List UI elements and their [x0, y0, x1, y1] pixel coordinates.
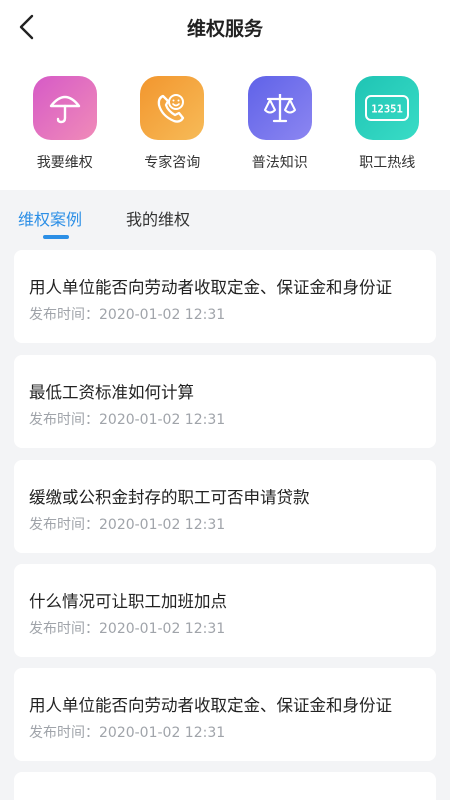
meta-label: 发布时间：	[29, 412, 99, 428]
list-item[interactable]: 用人单位能否向劳动者收取定金、保证金和身份证 发布时间：2020-01-02 1…	[14, 250, 436, 343]
case-meta: 发布时间：2020-01-02 12:31	[29, 722, 225, 742]
umbrella-icon	[32, 76, 97, 140]
meta-label: 发布时间：	[29, 725, 99, 741]
feature-label: 普法知识	[251, 155, 308, 171]
case-title: 用人单位能否向劳动者收取定金、保证金和身份证	[29, 696, 392, 715]
list-item[interactable]: 用人单位能否向劳动者收取定金、保证金和身份证 发布时间：2020-01-02 1…	[14, 668, 436, 761]
balance-scale-icon	[247, 76, 312, 140]
case-time: 2020-01-02 12:31	[99, 621, 226, 637]
feature-label: 职工热线	[359, 155, 416, 171]
feature-worker-hotline[interactable]: 12351 职工热线	[334, 76, 442, 176]
meta-label: 发布时间：	[29, 517, 99, 533]
case-title: 缓缴或公积金封存的职工可否申请贷款	[29, 488, 310, 507]
meta-label: 发布时间：	[29, 621, 99, 637]
case-meta: 发布时间：2020-01-02 12:31	[29, 409, 225, 429]
case-title: 什么情况可让职工加班加点	[29, 592, 227, 611]
hotline-12351-icon: 12351	[355, 76, 420, 140]
header-area: 维权服务 我要维权 专家咨询 普法知识 12351 职工热线	[0, 0, 450, 190]
case-time: 2020-01-02 12:31	[99, 725, 226, 741]
case-title: 最低工资标准如何计算	[29, 383, 194, 402]
feature-legal-knowledge[interactable]: 普法知识	[226, 76, 334, 176]
feature-grid: 我要维权 专家咨询 普法知识 12351 职工热线	[0, 76, 450, 176]
feature-label: 我要维权	[36, 155, 93, 171]
list-item-partial[interactable]	[14, 772, 436, 800]
case-time: 2020-01-02 12:31	[99, 307, 226, 323]
case-meta: 发布时间：2020-01-02 12:31	[29, 618, 225, 638]
tab-active-indicator	[43, 235, 69, 239]
tab-rights-cases[interactable]: 维权案例	[18, 206, 82, 230]
case-meta: 发布时间：2020-01-02 12:31	[29, 304, 225, 324]
case-time: 2020-01-02 12:31	[99, 412, 226, 428]
phone-smile-icon	[140, 76, 205, 140]
feature-expert-consult[interactable]: 专家咨询	[119, 76, 227, 176]
list-item[interactable]: 什么情况可让职工加班加点 发布时间：2020-01-02 12:31	[14, 564, 436, 657]
case-meta: 发布时间：2020-01-02 12:31	[29, 514, 225, 534]
list-item[interactable]: 最低工资标准如何计算 发布时间：2020-01-02 12:31	[14, 355, 436, 448]
hotline-badge-text: 12351	[371, 104, 403, 116]
case-time: 2020-01-02 12:31	[99, 517, 226, 533]
app-root: 维权服务 我要维权 专家咨询 普法知识 12351 职工热线 维权案例 我的维权…	[0, 0, 450, 800]
tab-my-rights[interactable]: 我的维权	[126, 206, 190, 230]
meta-label: 发布时间：	[29, 307, 99, 323]
feature-rights-claim[interactable]: 我要维权	[11, 76, 119, 176]
feature-label: 专家咨询	[144, 155, 201, 171]
list-item[interactable]: 缓缴或公积金封存的职工可否申请贷款 发布时间：2020-01-02 12:31	[14, 460, 436, 553]
page-title: 维权服务	[186, 18, 263, 40]
tab-bar: 维权案例 我的维权	[0, 202, 450, 242]
case-title: 用人单位能否向劳动者收取定金、保证金和身份证	[29, 278, 392, 297]
